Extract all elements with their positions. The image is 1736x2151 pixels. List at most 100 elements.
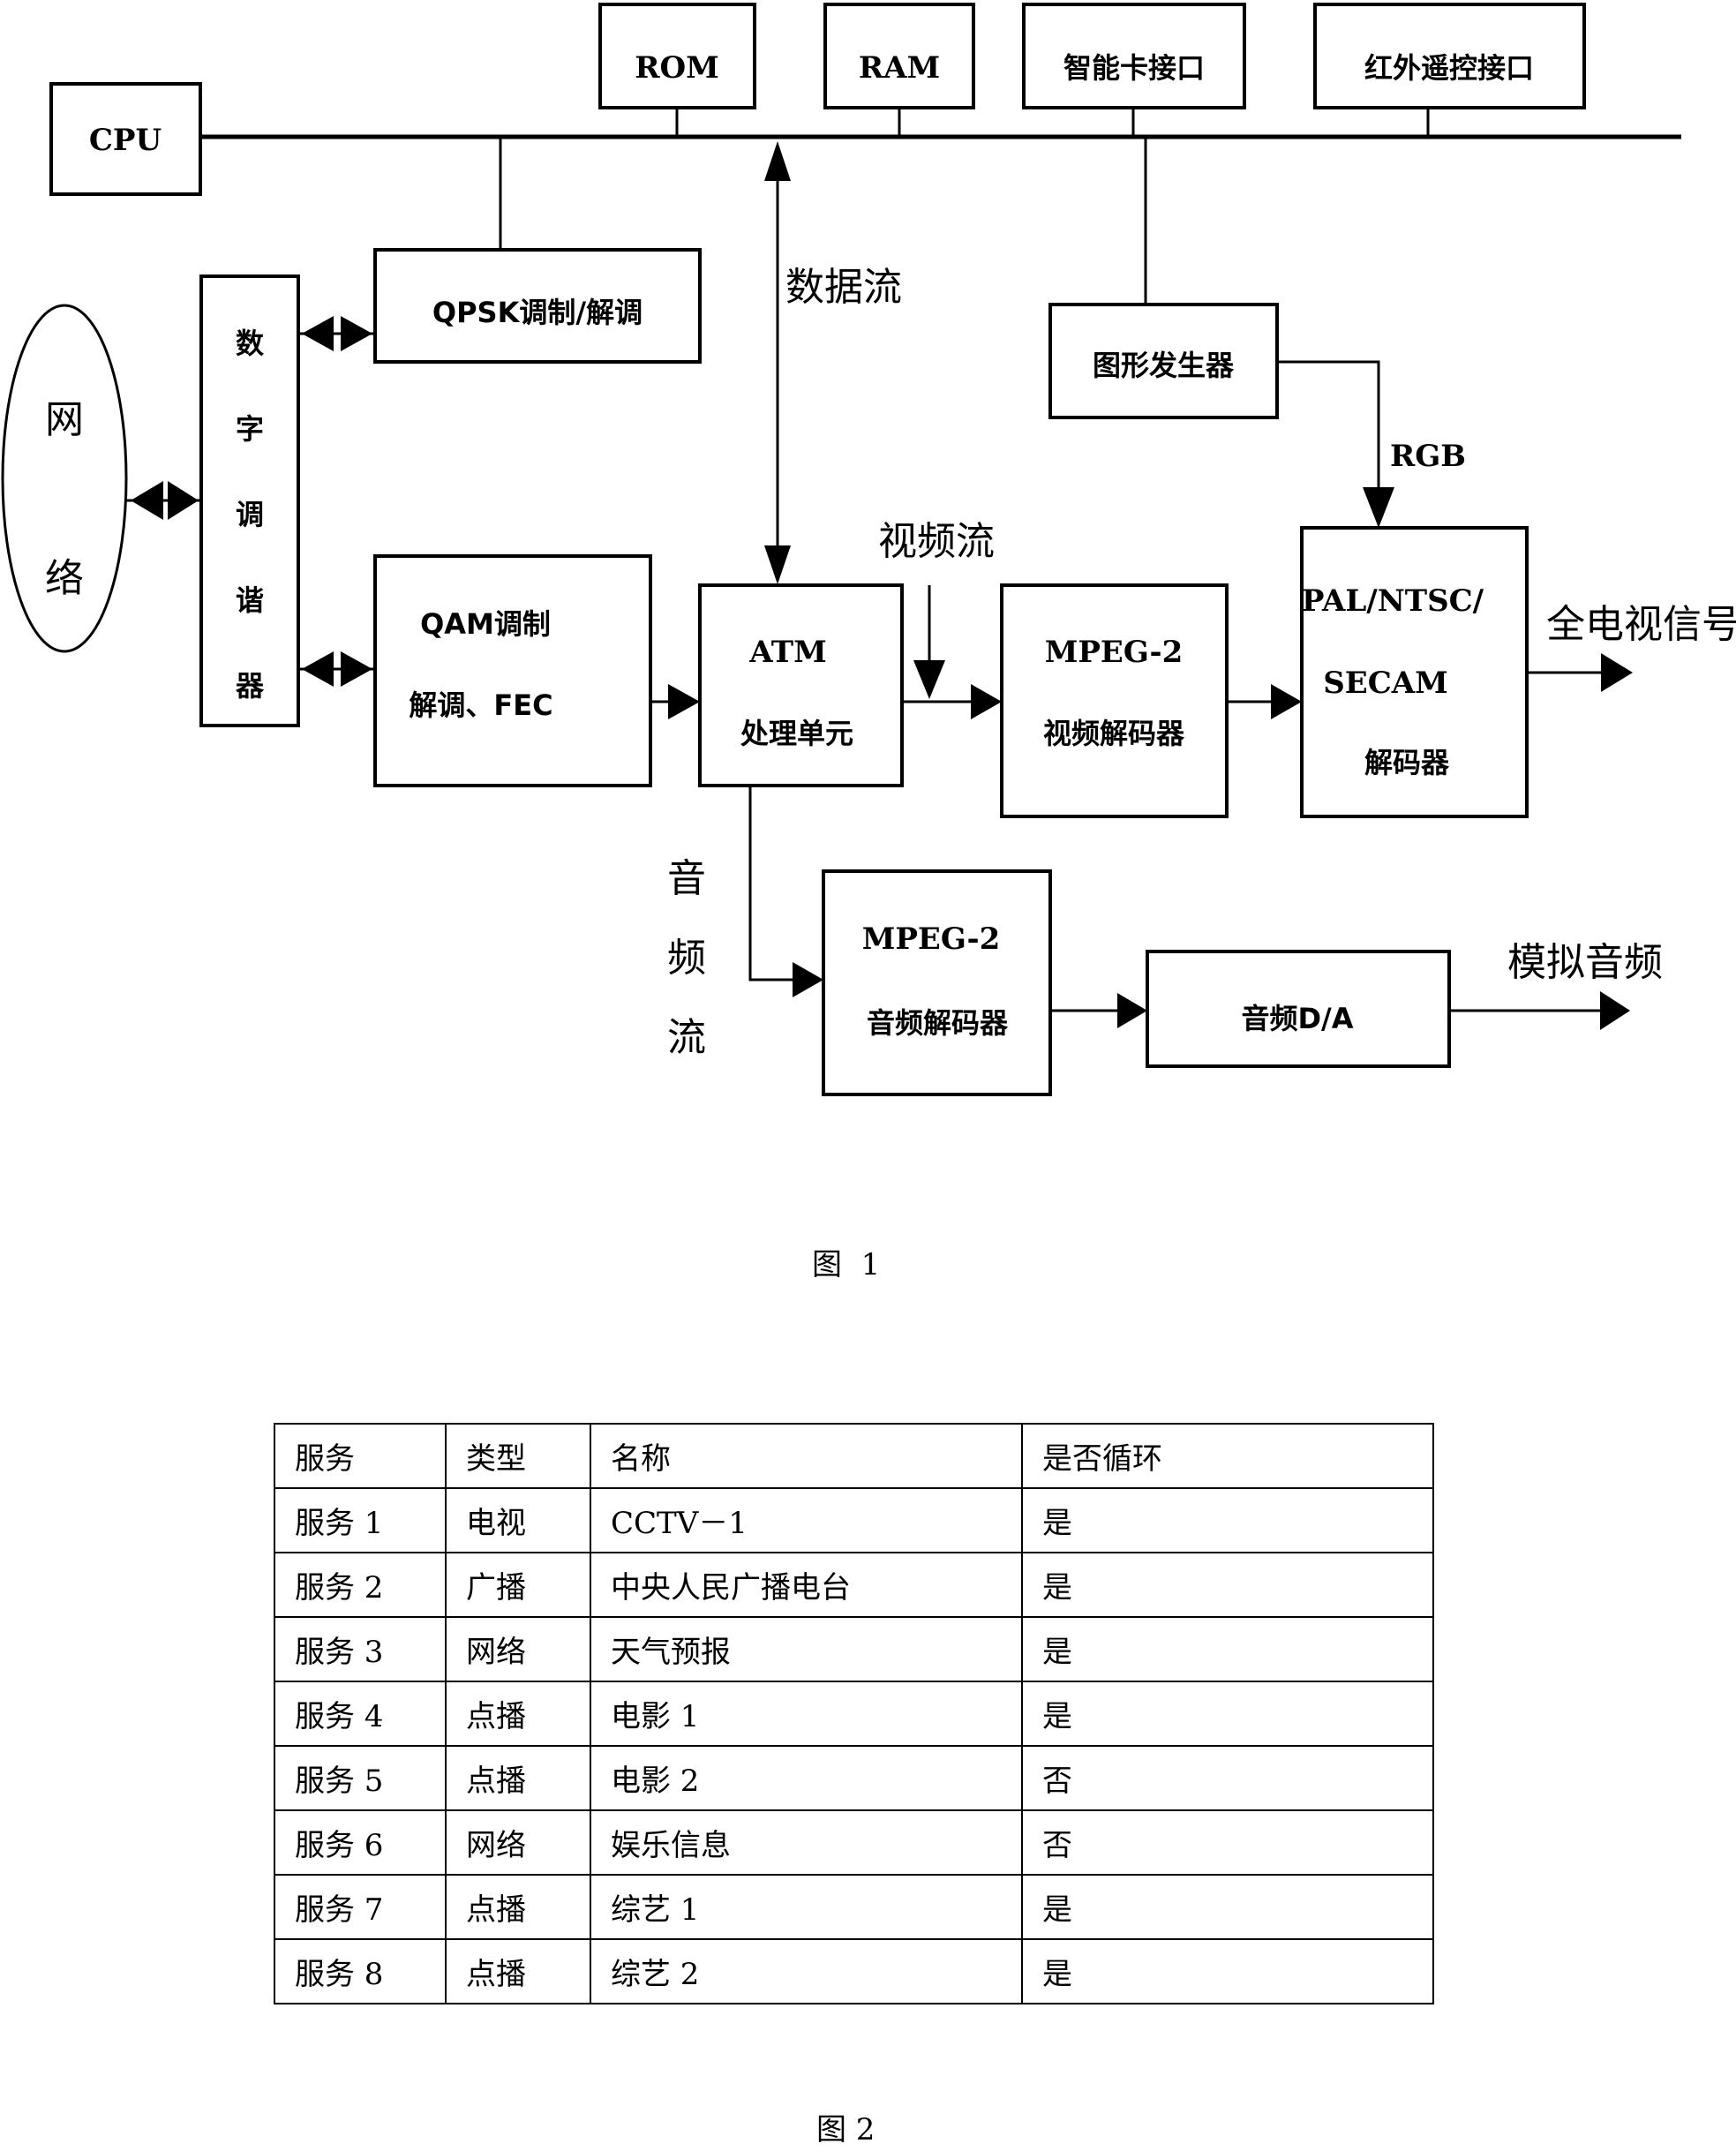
table-cell: 服务 6	[274, 1809, 447, 1876]
full-tv-signal-arrow	[1601, 653, 1633, 692]
full-tv-signal-label: 全电视信号	[1546, 602, 1736, 647]
set-top-box-block-diagram: CPU ROM RAM 智能卡接口 红外遥控接口 数据流 网 络 数 字 调 谐…	[1, 3, 1736, 1096]
video-decoder-pal-arrow	[1271, 684, 1302, 719]
table-cell: 服务 3	[274, 1616, 447, 1682]
pal-label-line-3: 解码器	[1364, 746, 1450, 779]
table-row: 服务 2 广播 中央人民广播电台是	[274, 1552, 1434, 1618]
video-stream-label: 视频流	[878, 519, 995, 564]
tuner-label-char-2: 字	[236, 412, 264, 446]
table-cell: 是	[1021, 1681, 1434, 1747]
table-row: 服务 4 点播 电影 1是	[274, 1681, 1434, 1747]
table-row: 服务 7 点播 综艺 1是	[274, 1874, 1434, 1940]
rom-label: ROM	[635, 50, 719, 86]
pal-label-line-2: SECAM	[1323, 666, 1448, 701]
mpeg2-video-label-line-1: MPEG-2	[1045, 635, 1184, 670]
rgb-arrow	[1363, 487, 1394, 528]
service-table: 服务 类型 名称 是否循环 服务 1 电视 CCTV－1 是服务 2 广播 中央人民广播电台是服务…	[274, 1423, 1434, 2004]
network-label-char-2: 络	[45, 556, 84, 601]
network-tuner-arrow-right	[168, 481, 199, 520]
table-header-cell: 类型	[445, 1423, 591, 1489]
rgb-link	[1277, 360, 1380, 499]
qam-label-line-2: 解调、FEC	[409, 688, 552, 722]
table-cell: 点播	[445, 1938, 591, 2004]
audio-da-label: 音频D/A	[1241, 1002, 1353, 1035]
table-cell: 点播	[445, 1681, 591, 1747]
table-cell: 是	[1021, 1874, 1434, 1940]
table-row: 服务 3 网络 天气预报是	[274, 1616, 1434, 1682]
mpeg2-audio-decoder-block	[822, 869, 1052, 1096]
table-cell: 服务 1	[274, 1487, 447, 1553]
graphics-generator-label: 图形发生器	[1093, 349, 1235, 382]
table-row: 服务 5 点播 电影 2否	[274, 1745, 1434, 1811]
rgb-label: RGB	[1390, 439, 1466, 474]
table-cell: 电影 2	[590, 1745, 1023, 1811]
audio-decoder-da-arrow	[1117, 993, 1147, 1028]
tuner-label-char-3: 调	[236, 498, 264, 531]
audio-stream-label-char-3: 流	[667, 1015, 706, 1060]
video-stream-arrow	[913, 660, 945, 699]
table-cell: 综艺 1	[590, 1874, 1023, 1940]
data-stream-arrow-up	[764, 141, 791, 181]
analog-audio-arrow	[1600, 991, 1630, 1030]
network-label-char-1: 网	[45, 397, 84, 442]
mpeg2-audio-label-line-2: 音频解码器	[867, 1006, 1009, 1040]
table-cell: 是	[1021, 1616, 1434, 1682]
table-cell: 服务 5	[274, 1745, 447, 1811]
infrared-interface-label: 红外遥控接口	[1364, 51, 1534, 85]
table-header-row: 服务 类型 名称 是否循环	[274, 1423, 1434, 1489]
table-cell: 否	[1021, 1745, 1434, 1811]
table-row: 服务 1 电视 CCTV－1 是	[274, 1487, 1434, 1553]
tuner-qam-arrow-right	[341, 651, 372, 687]
atm-label-line-1: ATM	[748, 635, 826, 670]
tuner-label-char-4: 谐	[236, 583, 264, 617]
figure-1-caption: 图 1	[812, 1247, 881, 1282]
table-row: 服务 8 点播 综艺 2是	[274, 1938, 1434, 2004]
data-stream-label: 数据流	[785, 265, 902, 310]
table-cell: CCTV－1	[590, 1487, 1023, 1553]
table-cell: 点播	[445, 1874, 591, 1940]
tuner-label-char-5: 器	[235, 669, 265, 703]
table-cell: 天气预报	[590, 1616, 1023, 1682]
table-cell: 娱乐信息	[590, 1809, 1023, 1876]
qam-atm-arrow	[668, 684, 700, 719]
table-cell: 是	[1021, 1552, 1434, 1618]
qam-label-line-1: QAM调制	[420, 607, 551, 641]
data-stream-arrow-down	[764, 545, 791, 584]
atm-label-line-2: 处理单元	[740, 717, 853, 750]
atm-video-decoder-arrow	[971, 684, 1002, 719]
network-tuner-arrow-left	[131, 481, 163, 520]
smartcard-interface-label: 智能卡接口	[1063, 51, 1205, 85]
table-cell: 是	[1021, 1487, 1434, 1553]
tuner-label-char-1: 数	[236, 327, 265, 360]
table-cell: 网络	[445, 1809, 591, 1876]
ram-label: RAM	[859, 50, 940, 86]
cpu-label: CPU	[89, 123, 162, 158]
pal-label-line-1: PAL/NTSC/	[1302, 583, 1484, 619]
audio-stream-arrow	[793, 962, 823, 997]
audio-stream-line	[748, 786, 794, 981]
table-cell: 电影 1	[590, 1681, 1023, 1747]
table-cell: 否	[1021, 1809, 1434, 1876]
audio-stream-label-char-1: 音	[667, 856, 706, 901]
analog-audio-label: 模拟音频	[1507, 940, 1663, 985]
table-cell: 服务 4	[274, 1681, 447, 1747]
table-cell: 服务 2	[274, 1552, 447, 1618]
table-cell: 网络	[445, 1616, 591, 1682]
table-header-cell: 服务	[274, 1423, 447, 1489]
table-cell: 综艺 2	[590, 1938, 1023, 2004]
table-cell: 广播	[445, 1552, 591, 1618]
table-header-cell: 是否循环	[1021, 1423, 1434, 1489]
mpeg2-audio-label-line-1: MPEG-2	[862, 921, 1001, 957]
mpeg2-video-label-line-2: 视频解码器	[1043, 717, 1185, 750]
tuner-qpsk-arrow-left	[302, 316, 334, 351]
table-cell: 服务 7	[274, 1874, 447, 1940]
tuner-qam-arrow-left	[302, 651, 334, 687]
tuner-qpsk-arrow-right	[341, 316, 372, 351]
table-cell: 电视	[445, 1487, 591, 1553]
figure-2-caption: 图 2	[816, 2112, 876, 2147]
qpsk-modem-label: QPSK调制/解调	[432, 296, 643, 329]
table-cell: 服务 8	[274, 1938, 447, 2004]
qam-demod-fec-block	[373, 554, 652, 787]
table-row: 服务 6 网络 娱乐信息否	[274, 1809, 1434, 1876]
table-cell: 是	[1021, 1938, 1434, 2004]
